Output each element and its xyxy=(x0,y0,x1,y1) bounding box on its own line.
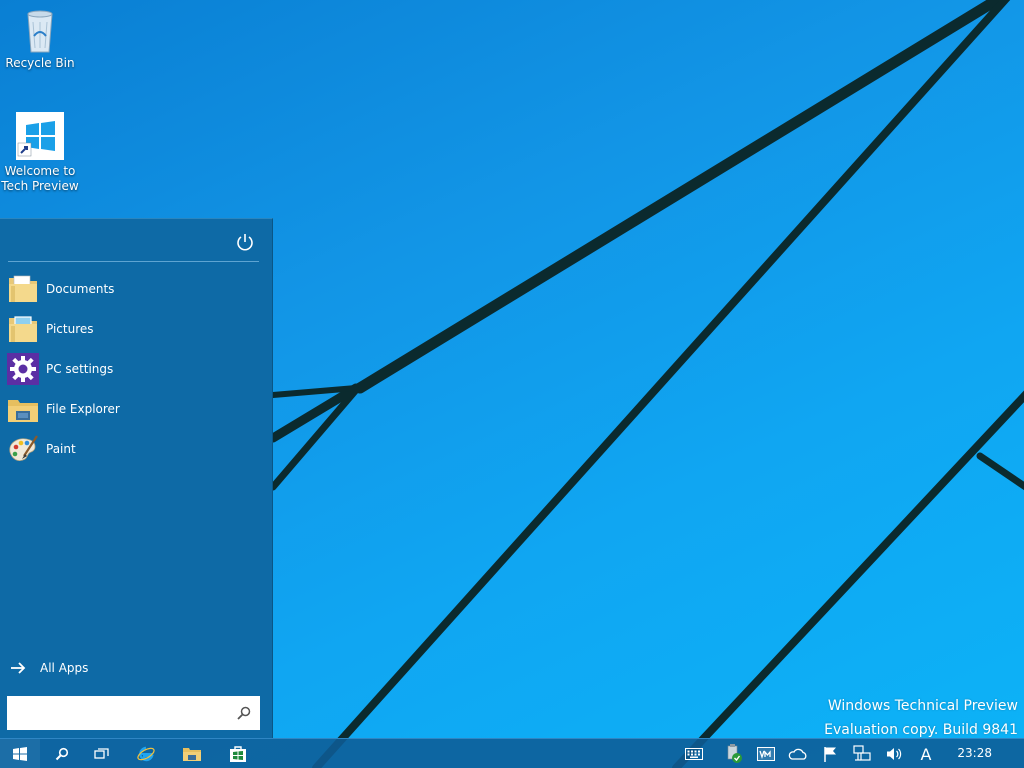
start-search-box xyxy=(7,696,260,730)
search-icon[interactable] xyxy=(236,705,252,721)
start-button[interactable] xyxy=(0,739,40,768)
network-icon xyxy=(853,745,871,761)
start-menu-divider xyxy=(8,261,259,262)
windows-logo-shortcut-icon xyxy=(16,112,64,160)
desktop-icon-label: Welcome to Tech Preview xyxy=(1,164,79,193)
pictures-folder-icon xyxy=(9,316,37,342)
desktop-icon-recycle-bin[interactable]: Recycle Bin xyxy=(0,8,80,71)
gear-icon xyxy=(7,353,39,385)
internet-explorer-icon xyxy=(137,746,155,761)
security-shield-icon xyxy=(727,744,742,763)
taskbar-store[interactable] xyxy=(218,739,258,768)
store-icon xyxy=(230,745,246,762)
taskbar-clock[interactable]: 23:28 xyxy=(957,746,992,760)
desktop-icon-label: Recycle Bin xyxy=(5,56,75,70)
all-apps-label: All Apps xyxy=(40,661,89,675)
onedrive-icon xyxy=(788,748,807,760)
desktop-icon-welcome[interactable]: Welcome to Tech Preview xyxy=(0,112,80,194)
start-menu: Documents Pictures PC settings File Expl… xyxy=(0,218,273,738)
start-item-label: Documents xyxy=(46,282,115,296)
start-item-label: Paint xyxy=(46,442,76,456)
file-explorer-icon xyxy=(8,400,38,422)
start-item-pictures[interactable]: Pictures xyxy=(6,311,264,347)
task-view-button[interactable] xyxy=(82,739,122,768)
input-language-label: A xyxy=(920,744,932,764)
taskbar: A 23:28 xyxy=(0,738,1024,768)
tray-network[interactable] xyxy=(852,744,872,764)
watermark-line-1: Windows Technical Preview xyxy=(827,698,1018,714)
taskbar-search-button[interactable] xyxy=(42,739,82,768)
tray-onedrive[interactable] xyxy=(788,744,808,764)
paint-palette-icon xyxy=(9,435,38,461)
volume-icon xyxy=(887,748,902,760)
action-center-flag-icon xyxy=(824,747,836,762)
start-item-file-explorer[interactable]: File Explorer xyxy=(6,391,264,427)
start-item-label: File Explorer xyxy=(46,402,120,416)
file-explorer-icon xyxy=(183,747,201,761)
all-apps-button[interactable]: All Apps xyxy=(10,661,88,675)
power-icon xyxy=(237,234,253,251)
desktop: Recycle Bin Welcome to Tech Preview Docu… xyxy=(0,0,1024,768)
documents-folder-icon xyxy=(9,275,37,302)
tray-action-center[interactable] xyxy=(820,744,840,764)
tray-keyboard[interactable] xyxy=(684,744,704,764)
tray-security[interactable] xyxy=(724,744,744,764)
start-item-paint[interactable]: Paint xyxy=(6,431,264,467)
tray-vmware[interactable] xyxy=(756,744,776,764)
tray-volume[interactable] xyxy=(884,744,904,764)
keyboard-icon xyxy=(685,748,703,760)
start-item-label: Pictures xyxy=(46,322,94,336)
power-button[interactable] xyxy=(234,231,256,253)
recycle-bin-icon xyxy=(27,10,53,53)
start-item-label: PC settings xyxy=(46,362,114,376)
arrow-right-icon xyxy=(11,662,26,674)
search-icon xyxy=(55,747,69,760)
start-search-input[interactable] xyxy=(7,696,229,730)
start-item-pc-settings[interactable]: PC settings xyxy=(6,351,264,387)
input-language-icon[interactable]: A xyxy=(916,744,936,764)
start-item-documents[interactable]: Documents xyxy=(6,271,264,307)
windows-start-icon xyxy=(13,746,27,761)
taskbar-internet-explorer[interactable] xyxy=(126,739,166,768)
task-view-icon xyxy=(94,747,109,759)
build-watermark: Windows Technical Preview Evaluation cop… xyxy=(824,694,1018,742)
vmware-tools-icon xyxy=(757,747,775,761)
taskbar-file-explorer[interactable] xyxy=(172,739,212,768)
